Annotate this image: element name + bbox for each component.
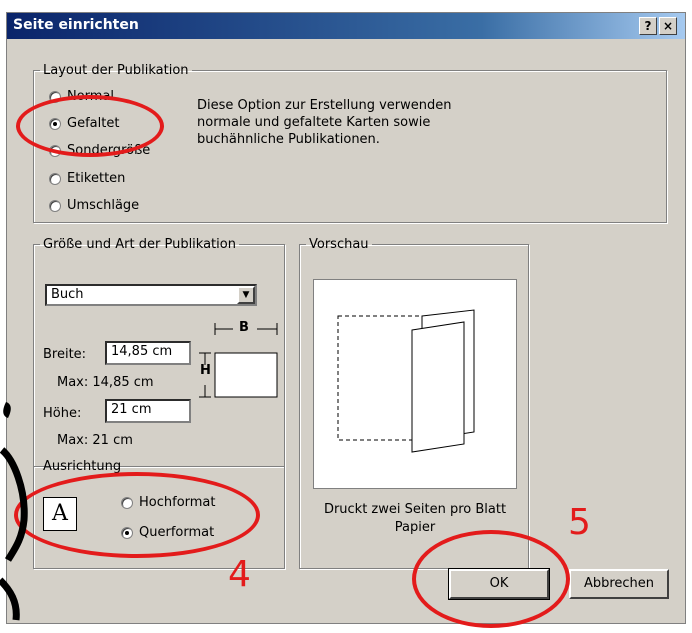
width-label: Breite: <box>43 347 87 362</box>
radio-icon <box>49 144 61 157</box>
radio-normal[interactable]: Normal <box>49 89 114 104</box>
radio-label: Umschläge <box>67 198 140 213</box>
annotation-number-5: 5 <box>568 502 591 543</box>
publication-type-value: Buch <box>51 287 84 302</box>
ok-button[interactable]: OK <box>448 568 550 600</box>
radio-icon <box>49 172 61 185</box>
radio-icon-selected <box>49 117 61 130</box>
radio-label: Etiketten <box>67 171 126 186</box>
width-max: Max: 14,85 cm <box>57 375 154 390</box>
help-button[interactable]: ? <box>639 17 657 35</box>
cancel-button[interactable]: Abbrechen <box>569 569 669 599</box>
preview-pane <box>313 279 517 489</box>
radio-gefaltet[interactable]: Gefaltet <box>49 116 119 131</box>
orientation-group-legend: Ausrichtung <box>43 459 122 474</box>
annotation-number-4: 4 <box>228 554 251 595</box>
height-max: Max: 21 cm <box>57 433 133 448</box>
radio-label: Querformat <box>139 525 215 540</box>
orientation-letter-icon: A <box>43 497 77 531</box>
radio-hochformat[interactable]: Hochformat <box>121 495 216 510</box>
dropdown-arrow-icon[interactable]: ▼ <box>237 286 255 304</box>
title-bar: Seite einrichten ? × <box>7 13 685 39</box>
dialog-title: Seite einrichten <box>13 17 139 33</box>
radio-label: Normal <box>67 89 115 104</box>
width-input[interactable]: 14,85 cm <box>105 341 191 365</box>
radio-sondergroesse[interactable]: Sondergröße <box>49 143 150 158</box>
layout-description: Diese Option zur Erstellung verwenden no… <box>197 98 452 147</box>
layout-group-legend: Layout der Publikation <box>43 63 189 78</box>
folded-card-preview <box>337 309 475 453</box>
close-button[interactable]: × <box>659 17 677 35</box>
diagram-h-label: H <box>200 363 211 378</box>
radio-icon-selected <box>121 526 133 539</box>
radio-icon <box>121 496 133 509</box>
preview-group-legend: Vorschau <box>309 237 369 252</box>
radio-label: Sondergröße <box>67 143 151 158</box>
diagram-b-label: B <box>239 320 249 335</box>
publication-type-select[interactable]: Buch <box>45 284 257 306</box>
radio-etiketten[interactable]: Etiketten <box>49 171 125 186</box>
radio-umschlaege[interactable]: Umschläge <box>49 198 139 213</box>
radio-querformat[interactable]: Querformat <box>121 525 214 540</box>
preview-caption: Druckt zwei Seiten pro Blatt Papier <box>323 502 507 535</box>
radio-icon <box>49 90 61 103</box>
height-label: Höhe: <box>43 406 82 421</box>
radio-icon <box>49 199 61 212</box>
radio-label: Gefaltet <box>67 116 120 131</box>
size-group-legend: Größe und Art der Publikation <box>43 237 236 252</box>
size-diagram <box>199 323 278 398</box>
decorative-ink-marks <box>0 402 28 621</box>
height-input[interactable]: 21 cm <box>105 399 191 423</box>
radio-label: Hochformat <box>139 495 216 510</box>
